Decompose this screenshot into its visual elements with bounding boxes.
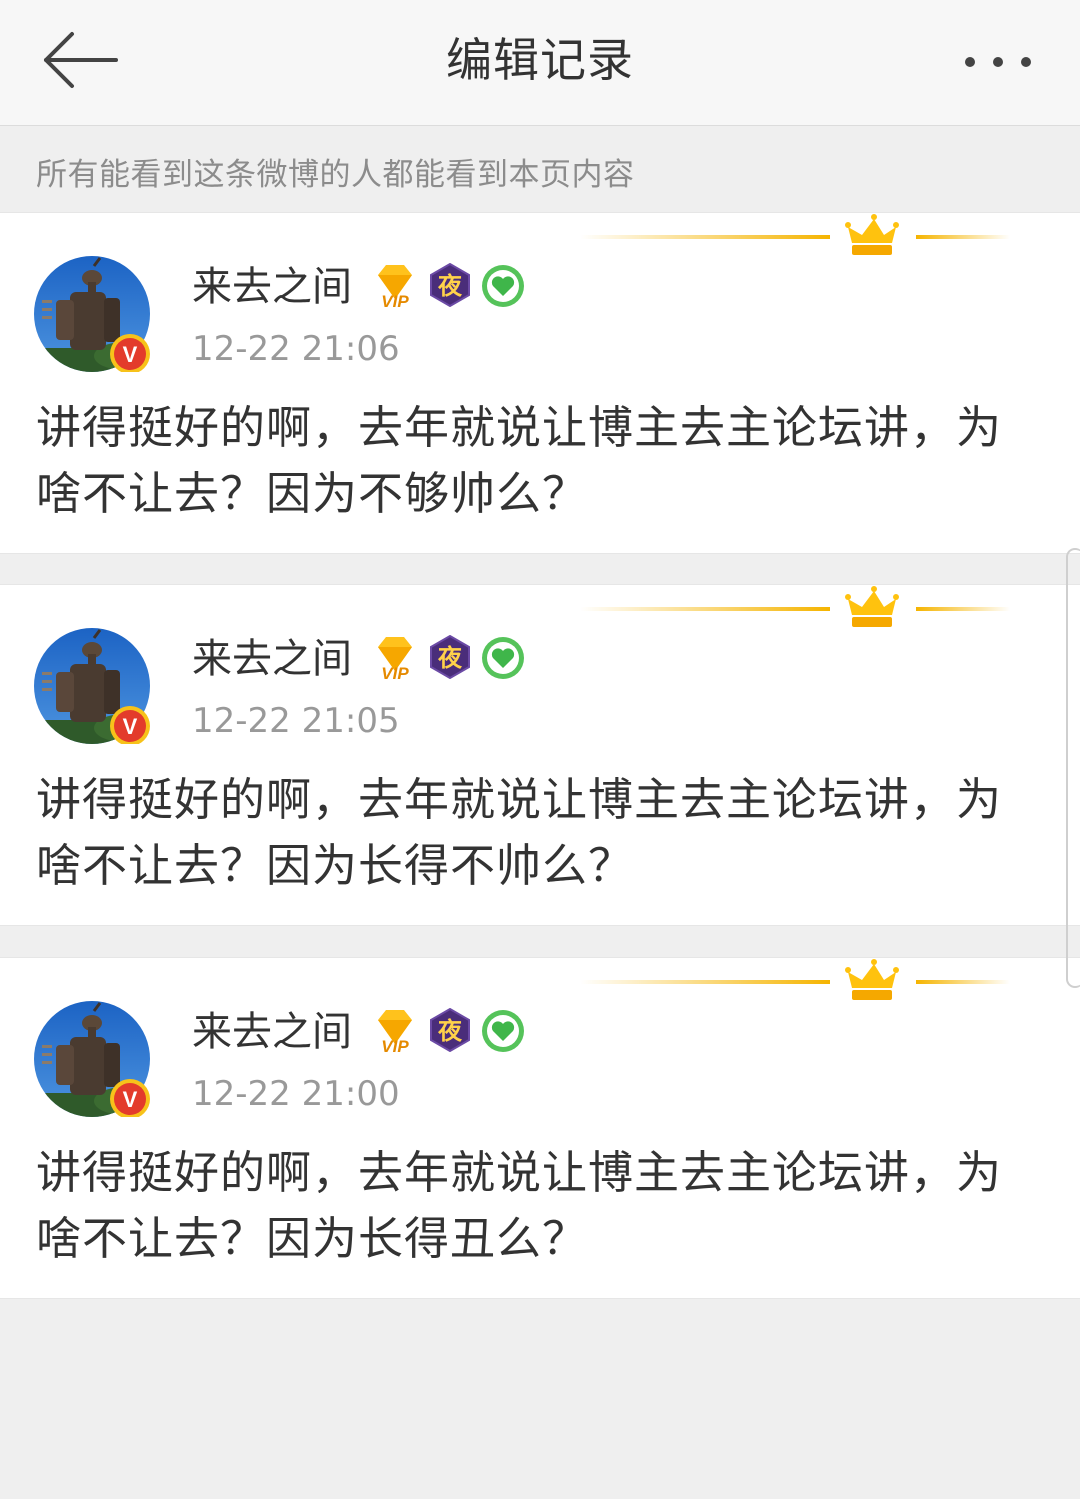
night-badge-icon[interactable]: 夜	[428, 635, 472, 679]
vip-diamond-icon[interactable]: VIP	[372, 635, 418, 683]
svg-text:VIP: VIP	[381, 292, 409, 311]
post-content: 讲得挺好的啊，去年就说让博主去主论坛讲，为啥不让去？因为不够帅么？	[36, 401, 1003, 520]
username[interactable]: 来去之间	[192, 1004, 352, 1060]
svg-text:夜: 夜	[437, 1017, 463, 1045]
crown-decoration-icon	[580, 586, 1010, 627]
username[interactable]: 来去之间	[192, 631, 352, 687]
scrollbar[interactable]	[1066, 548, 1080, 988]
post-content: 讲得挺好的啊，去年就说让博主去主论坛讲，为啥不让去？因为长得丑么？	[36, 1146, 1003, 1265]
user-avatar[interactable]: V	[34, 256, 150, 372]
visibility-notice: 所有能看到这条微博的人都能看到本页内容	[36, 157, 635, 193]
post-time: 12-22 21:05	[192, 701, 400, 741]
crown-decoration-icon	[580, 214, 1010, 255]
svg-text:夜: 夜	[437, 272, 463, 300]
green-heart-icon[interactable]	[480, 635, 526, 681]
crown-decoration-icon	[580, 959, 1010, 1000]
page-title: 编辑记录	[446, 33, 634, 87]
post-time: 12-22 21:00	[192, 1074, 400, 1114]
vip-diamond-icon[interactable]: VIP	[372, 1008, 418, 1056]
night-badge-icon[interactable]: 夜	[428, 1008, 472, 1052]
user-avatar[interactable]: V	[34, 628, 150, 744]
verified-v-icon: V	[123, 1087, 138, 1112]
post-content: 讲得挺好的啊，去年就说让博主去主论坛讲，为啥不让去？因为长得不帅么？	[36, 773, 1003, 892]
verified-v-icon: V	[123, 714, 138, 739]
vip-diamond-icon[interactable]: VIP	[372, 263, 418, 311]
username[interactable]: 来去之间	[192, 259, 352, 315]
svg-text:VIP: VIP	[381, 1037, 409, 1056]
more-options-icon[interactable]	[960, 52, 1040, 72]
edit-record-card[interactable]: V 来去之间 VIP 夜 12-22 21:00 讲得挺好的啊，去年就说让博主去主…	[0, 957, 1080, 1299]
svg-text:夜: 夜	[437, 644, 463, 672]
user-avatar[interactable]: V	[34, 1001, 150, 1117]
post-time: 12-22 21:06	[192, 329, 400, 369]
svg-text:VIP: VIP	[381, 664, 409, 683]
edit-record-card[interactable]: V 来去之间 VIP 夜 12-22 21:06 讲得挺好的啊，去年就说让博主去主…	[0, 212, 1080, 554]
top-nav-bar: 编辑记录	[0, 0, 1080, 126]
verified-v-icon: V	[123, 342, 138, 367]
night-badge-icon[interactable]: 夜	[428, 263, 472, 307]
green-heart-icon[interactable]	[480, 1008, 526, 1054]
green-heart-icon[interactable]	[480, 263, 526, 309]
edit-record-card[interactable]: V 来去之间 VIP 夜 12-22 21:05 讲得挺好的啊，去年就说让博主去主…	[0, 584, 1080, 926]
